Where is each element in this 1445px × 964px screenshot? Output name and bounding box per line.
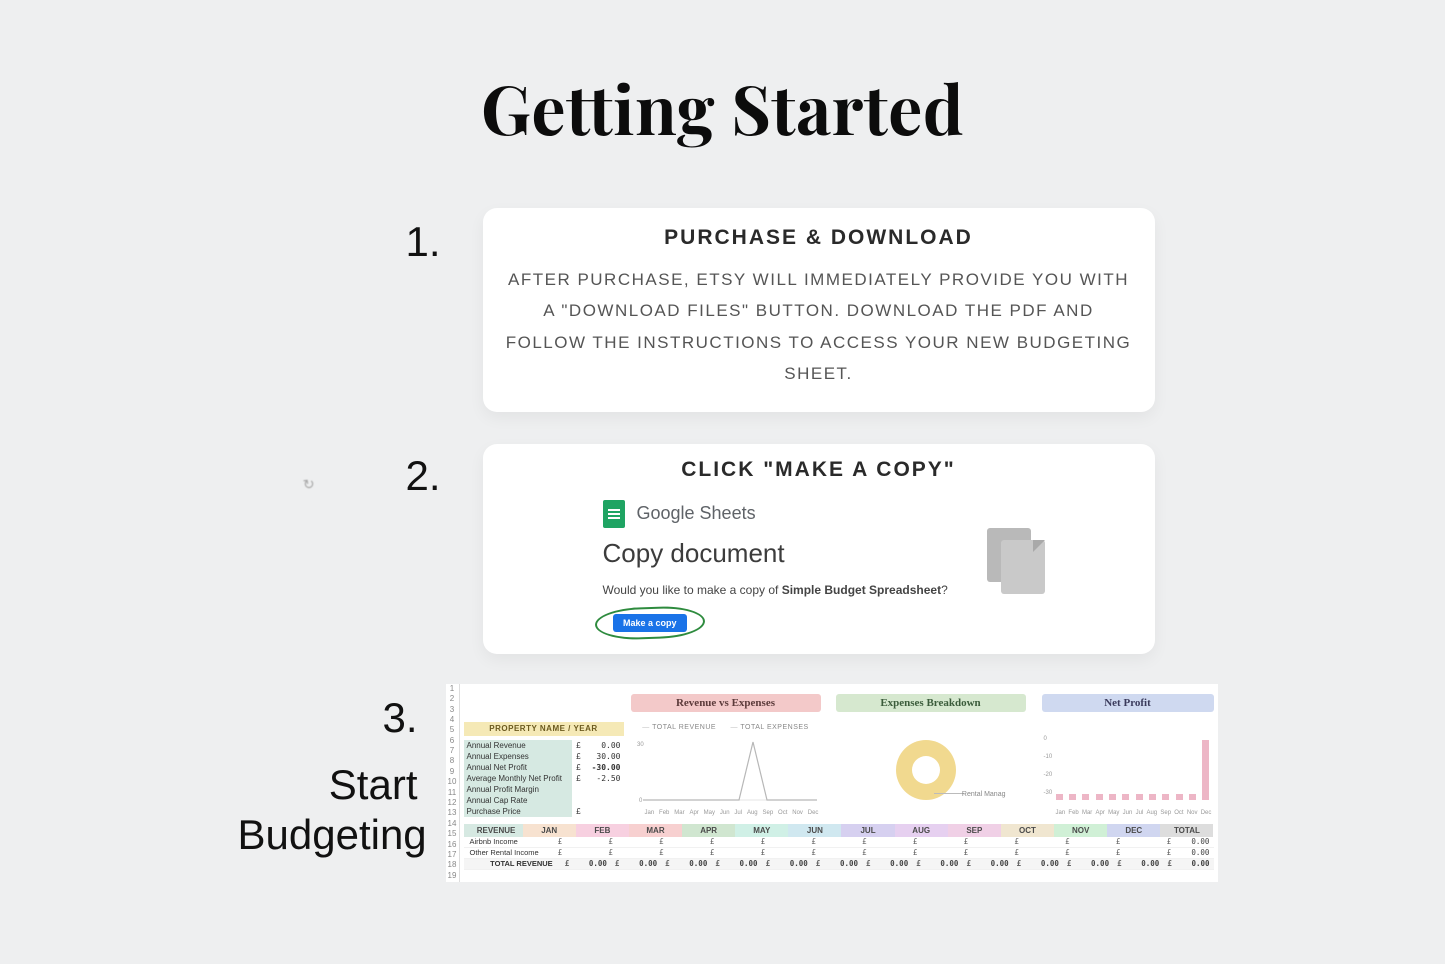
copy-prompt-suffix: ? [941, 583, 948, 597]
chart-x-axis: JanFebMarAprMayJunJulAugSepOctNovDec [1056, 810, 1212, 816]
decorative-arrow-icon: ↻ [302, 475, 316, 493]
table-row: Annual Net Profit£-30.00 [464, 762, 624, 773]
google-sheets-label: Google Sheets [637, 503, 756, 524]
revenue-header: REVENUE [464, 824, 523, 837]
chart-legend: TOTAL REVENUE TOTAL EXPENSES [631, 724, 821, 731]
expenses-breakdown-chart: Rental Manag [836, 722, 1026, 816]
step-3-left: 3. Start Budgeting [228, 684, 418, 861]
step-2-card: CLICK "MAKE A COPY" Google Sheets Copy d… [483, 444, 1155, 654]
table-row: Annual Revenue£0.00 [464, 740, 624, 751]
table-row: Average Monthly Net Profit£-2.50 [464, 773, 624, 784]
donut-leader-line [934, 793, 964, 794]
legend-total-revenue: TOTAL REVENUE [642, 724, 716, 731]
table-row: Annual Expenses£30.00 [464, 751, 624, 762]
google-sheets-icon [603, 500, 625, 528]
revenue-vs-expenses-chart: TOTAL REVENUE TOTAL EXPENSES 30 0 JanFeb… [631, 722, 821, 816]
step-3-label-2: Budgeting [238, 811, 427, 858]
table-row: Purchase Price£ [464, 806, 624, 817]
copy-prompt-prefix: Would you like to make a copy of [603, 583, 782, 597]
spreadsheet-preview: 12345678910111213141516171819 Revenue vs… [446, 684, 1218, 882]
step-1-body: AFTER PURCHASE, ETSY WILL IMMEDIATELY PR… [505, 264, 1133, 390]
step-3-number: 3. [382, 694, 417, 742]
month-header: FEB [576, 824, 629, 837]
step-1-card: PURCHASE & DOWNLOAD AFTER PURCHASE, ETSY… [483, 208, 1155, 412]
month-header: JUN [788, 824, 841, 837]
table-row: Airbnb Income ££££££££££££ £0.00 [464, 837, 1214, 848]
total-header: TOTAL [1160, 824, 1213, 837]
copy-prompt-docname: Simple Budget Spreadsheet [782, 583, 941, 597]
chart-header-net-profit: Net Profit [1042, 694, 1214, 712]
line-chart-icon: 30 0 [631, 734, 821, 804]
step-3-label: Start Budgeting [238, 760, 418, 861]
table-row: Other Rental Income ££££££££££££ £0.00 [464, 848, 1214, 859]
step-2-title: CLICK "MAKE A COPY" [505, 458, 1133, 482]
total-revenue-row: TOTAL REVENUE £0.00 £0.00 £0.00 £0.00 £0… [464, 859, 1214, 870]
summary-table: Annual Revenue£0.00 Annual Expenses£30.0… [464, 740, 624, 817]
make-a-copy-button[interactable]: Make a copy [613, 614, 687, 632]
step-3: 3. Start Budgeting 123456789101112131415… [0, 684, 1445, 882]
step-1-number: 1. [291, 218, 441, 266]
row-label: TOTAL REVENUE [464, 859, 561, 868]
row-label: Other Rental Income [464, 848, 554, 857]
donut-label: Rental Manag [962, 791, 1006, 798]
legend-total-expenses: TOTAL EXPENSES [731, 724, 809, 731]
month-header: JUL [841, 824, 894, 837]
google-sheets-header: Google Sheets [603, 500, 1133, 528]
page-title: Getting Started [0, 0, 1445, 153]
documents-icon [987, 528, 1045, 594]
month-header: MAR [629, 824, 682, 837]
property-header: PROPERTY NAME / YEAR [464, 722, 624, 736]
step-1-title: PURCHASE & DOWNLOAD [505, 226, 1133, 250]
month-header-row: REVENUE JAN FEB MAR APR MAY JUN JUL AUG … [464, 824, 1214, 837]
month-header: NOV [1054, 824, 1107, 837]
step-1: 1. PURCHASE & DOWNLOAD AFTER PURCHASE, E… [0, 208, 1445, 412]
table-row: Annual Cap Rate [464, 795, 624, 806]
step-3-label-1: Start [329, 761, 418, 808]
copy-document-heading: Copy document [603, 538, 1133, 569]
row-numbers: 12345678910111213141516171819 [446, 684, 460, 882]
chart-y-axis: 0-10-20-30 [1044, 736, 1053, 796]
month-header: APR [682, 824, 735, 837]
net-profit-chart: 0-10-20-30 JanFebMarAprMayJunJulAugSepOc… [1042, 722, 1214, 816]
copy-prompt: Would you like to make a copy of Simple … [603, 583, 1133, 597]
month-header: AUG [895, 824, 948, 837]
donut-chart-icon [896, 740, 956, 800]
month-header: DEC [1107, 824, 1160, 837]
table-row: Annual Profit Margin [464, 784, 624, 795]
month-header: SEP [948, 824, 1001, 837]
month-header: JAN [523, 824, 576, 837]
make-copy-highlight: Make a copy [594, 605, 705, 641]
svg-text:0: 0 [639, 798, 643, 804]
chart-header-expenses-breakdown: Expenses Breakdown [836, 694, 1026, 712]
chart-x-axis: JanFebMarAprMayJunJulAugSepOctNovDec [645, 810, 819, 816]
month-header: OCT [1001, 824, 1054, 837]
bar-chart-icon [1056, 736, 1210, 800]
chart-header-revenue-expenses: Revenue vs Expenses [631, 694, 821, 712]
step-2: 2. CLICK "MAKE A COPY" Google Sheets Cop… [0, 444, 1445, 654]
month-header: MAY [735, 824, 788, 837]
svg-text:30: 30 [637, 742, 644, 748]
steps-container: 1. PURCHASE & DOWNLOAD AFTER PURCHASE, E… [0, 208, 1445, 882]
row-label: Airbnb Income [464, 837, 554, 846]
